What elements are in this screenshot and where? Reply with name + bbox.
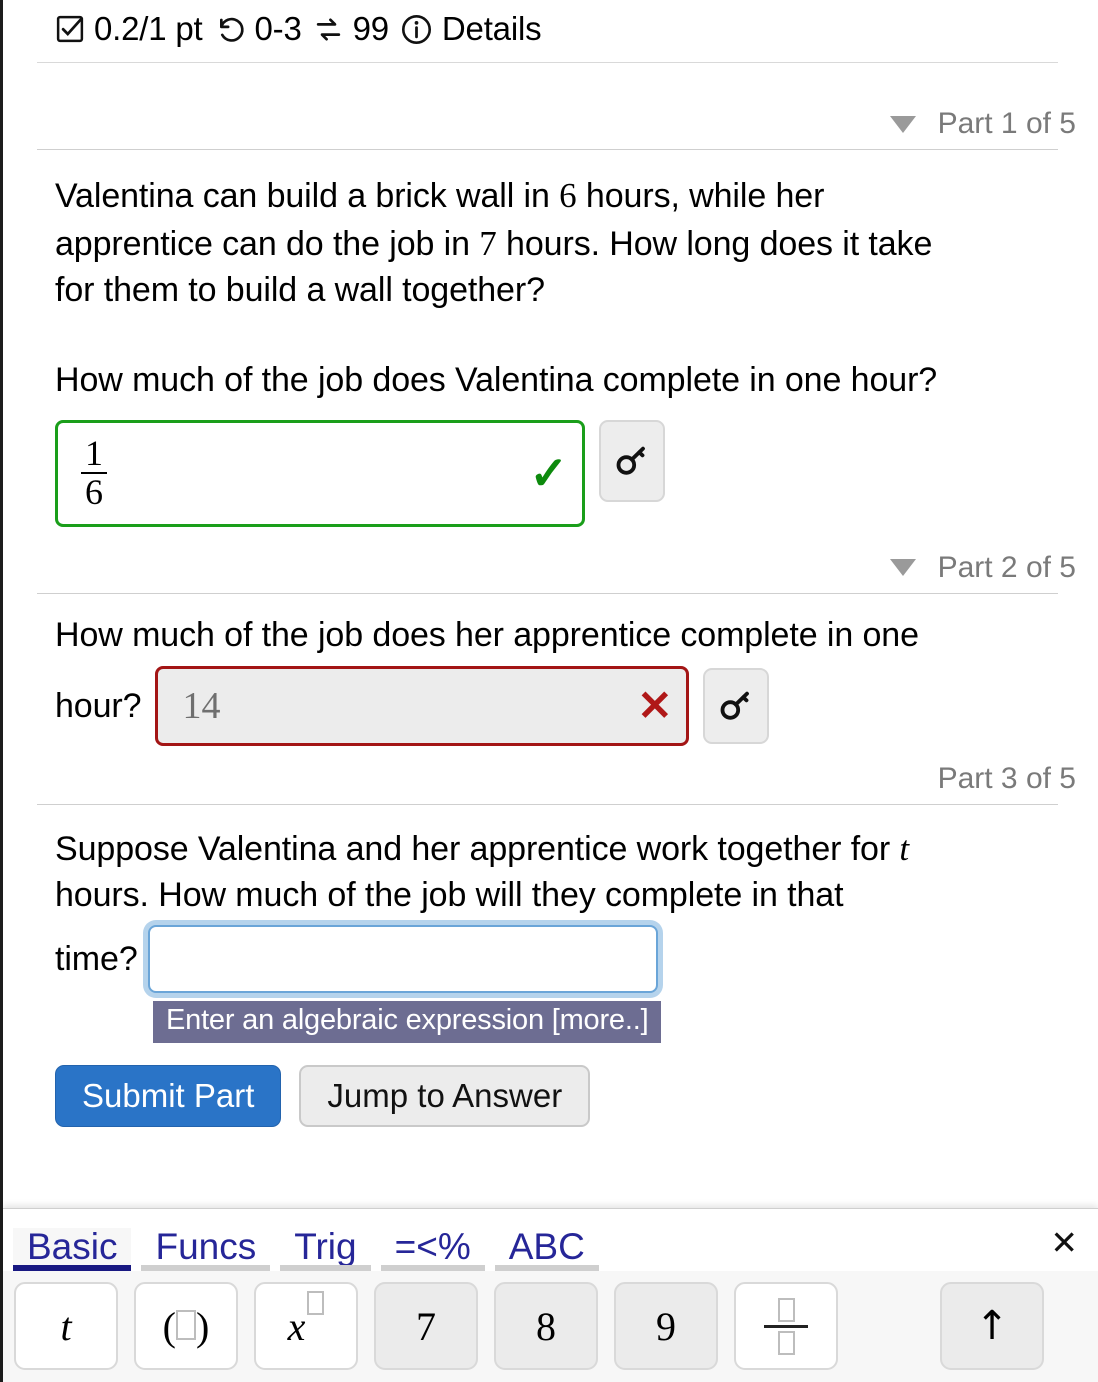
key-digit-7[interactable]: 7 [374, 1282, 478, 1370]
expression-hint-tooltip: Enter an algebraic expression [more..] [153, 1000, 662, 1043]
problem-line-2: apprentice can do the job in 7 hours. Ho… [55, 223, 933, 263]
part-3-answer-input[interactable] [147, 924, 658, 993]
key-digit-8-label: 8 [536, 1303, 556, 1349]
part-2-answer-input[interactable]: 14 ✕ [155, 665, 690, 746]
key-variable-t[interactable]: t [14, 1282, 118, 1370]
exchange-group: 99 [313, 10, 389, 48]
part-2-question-line1: How much of the job does her apprentice … [55, 615, 919, 654]
part-3-prompt-line2: hours. How much of the job will they com… [55, 876, 844, 915]
key-digit-9[interactable]: 9 [614, 1282, 718, 1370]
incorrect-cross-icon: ✕ [637, 681, 673, 729]
tab-basic-underline [13, 1265, 132, 1271]
part-2-question-line2: hour? [55, 686, 142, 725]
info-circle-icon[interactable] [400, 13, 433, 46]
part-2-answer-row: hour? 14 ✕ [3, 665, 1098, 746]
key-exponent[interactable]: x [254, 1282, 358, 1370]
checkbox-checked-icon [55, 14, 85, 44]
tab-trig[interactable]: Trig [280, 1226, 371, 1271]
problem-statement: Valentina can build a brick wall in 6 ho… [3, 172, 1098, 313]
tab-abc-underline [494, 1265, 599, 1271]
variable-t: t [899, 828, 910, 868]
key-digit-9-label: 9 [656, 1303, 676, 1349]
submit-part-button[interactable]: Submit Part [55, 1064, 282, 1127]
question-content-area: 0.2/1 pt 0-3 99 Details Part 1 of 5 Vale… [3, 0, 1098, 1204]
key-up-arrow[interactable]: ↑ [940, 1282, 1044, 1370]
collapse-triangle-icon[interactable] [889, 115, 916, 133]
tab-funcs[interactable]: Funcs [141, 1226, 271, 1271]
fraction-denominator: 6 [81, 472, 107, 511]
tab-abc-label: ABC [508, 1226, 585, 1267]
up-arrow-icon: ↑ [975, 1303, 1009, 1349]
part-2-key-button[interactable] [703, 667, 770, 744]
tab-funcs-underline [141, 1265, 271, 1271]
parentheses-glyph: () [162, 1303, 210, 1349]
problem-line-1: Valentina can build a brick wall in 6 ho… [55, 176, 825, 215]
key-fraction[interactable] [734, 1282, 838, 1370]
part-1-key-button[interactable] [599, 419, 665, 502]
tab-relations-label: =<% [394, 1226, 471, 1267]
key-digit-7-label: 7 [416, 1303, 436, 1349]
part-1-label: Part 1 of 5 [937, 107, 1076, 140]
exponent-glyph: x [288, 1290, 325, 1350]
attempts-group: 0-3 [214, 10, 302, 48]
part-3-prompt: Suppose Valentina and her apprentice wor… [3, 825, 1098, 919]
tab-funcs-label: Funcs [155, 1226, 257, 1267]
part-1-header[interactable]: Part 1 of 5 [3, 107, 1098, 141]
collapse-triangle-icon[interactable] [889, 559, 916, 577]
fraction-glyph [764, 1297, 808, 1355]
key-digit-8[interactable]: 8 [494, 1282, 598, 1370]
score-group: 0.2/1 pt [55, 10, 203, 48]
tooltip-container: Enter an algebraic expression [more..] [3, 1000, 1098, 1043]
tab-basic-label: Basic [27, 1226, 118, 1267]
key-variable-t-label: t [60, 1303, 72, 1349]
part-2-answer-value: 14 [182, 684, 221, 727]
math-keyboard-tabs: Basic Funcs Trig =<% ABC ✕ [3, 1209, 1098, 1271]
problem-line-3: for them to build a wall together? [55, 271, 545, 310]
question-status-bar: 0.2/1 pt 0-3 99 Details [3, 0, 1098, 62]
assignment-viewport: 0.2/1 pt 0-3 99 Details Part 1 of 5 Vale… [0, 0, 1098, 1382]
answer-fraction: 1 6 [81, 433, 107, 511]
jump-to-answer-button[interactable]: Jump to Answer [299, 1064, 591, 1127]
action-button-row: Submit Part Jump to Answer [3, 1064, 1098, 1127]
math-keyboard-keys: t () x 7 8 9 ↑ [3, 1271, 1098, 1370]
part-1-answer-row: 1 6 ✓ [3, 419, 1098, 527]
exchange-count: 99 [352, 10, 390, 47]
swap-arrows-icon [313, 14, 344, 45]
math-keyboard-panel: Basic Funcs Trig =<% ABC ✕ t () x 7 8 9… [3, 1208, 1098, 1382]
part-3-prompt-line3: time? [55, 939, 138, 978]
key-icon [612, 441, 652, 481]
part-1-question: How much of the job does Valentina compl… [55, 361, 938, 400]
part-2-header[interactable]: Part 2 of 5 [3, 551, 1098, 585]
correct-check-icon: ✓ [529, 447, 568, 500]
tab-abc[interactable]: ABC [494, 1226, 599, 1271]
tab-relations-underline [380, 1265, 485, 1271]
tab-trig-label: Trig [294, 1226, 357, 1267]
part-1-answer-input[interactable]: 1 6 ✓ [55, 419, 585, 527]
details-group[interactable]: Details [400, 10, 542, 48]
tab-basic[interactable]: Basic [13, 1226, 132, 1271]
part-3-label: Part 3 of 5 [937, 761, 1076, 795]
tab-relations[interactable]: =<% [380, 1226, 485, 1271]
rotate-ccw-icon [214, 13, 246, 45]
fraction-numerator: 1 [85, 433, 103, 474]
score-text: 0.2/1 pt [94, 10, 203, 47]
part-2-label: Part 2 of 5 [937, 550, 1076, 584]
part-3-prompt-line1: Suppose Valentina and her apprentice wor… [55, 828, 910, 868]
attempts-text: 0-3 [254, 10, 302, 47]
key-parentheses[interactable]: () [134, 1282, 238, 1370]
part-3-header[interactable]: Part 3 of 5 [3, 762, 1098, 796]
tab-trig-underline [280, 1265, 371, 1271]
key-icon [716, 686, 756, 726]
details-label[interactable]: Details [442, 10, 542, 48]
close-keyboard-icon[interactable]: ✕ [1050, 1226, 1078, 1259]
part-3-answer-row: time? [3, 924, 1098, 993]
